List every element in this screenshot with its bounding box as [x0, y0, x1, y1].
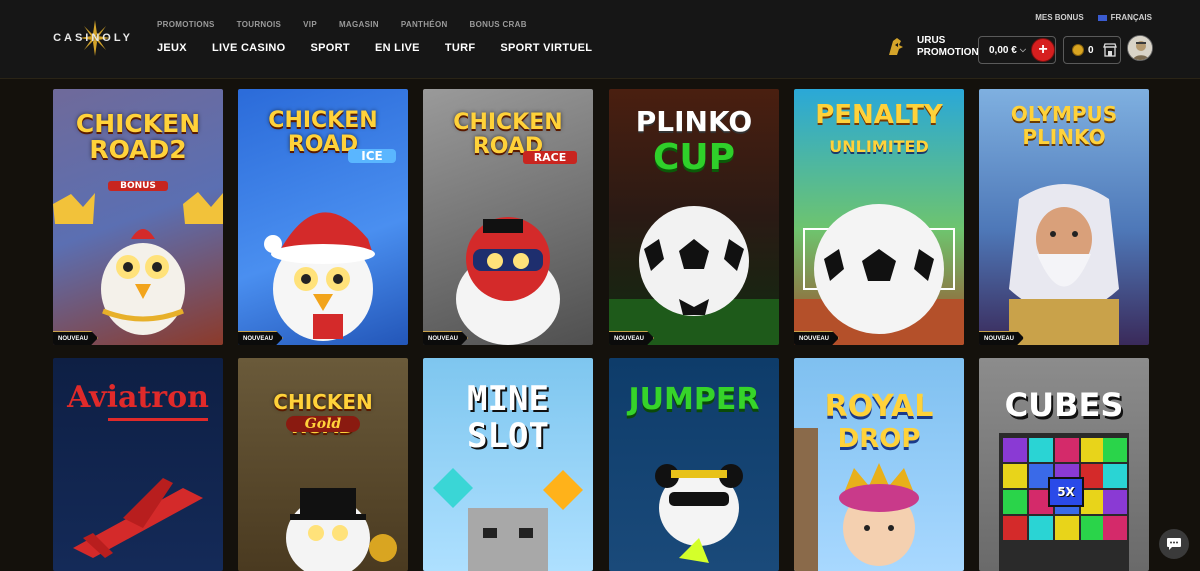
new-badge: NOUVEAU — [423, 331, 469, 345]
flag-icon — [1097, 14, 1107, 21]
game-title: PLINKO — [635, 105, 753, 138]
game-subtitle: PLINKO — [1022, 125, 1106, 149]
language-label: FRANÇAIS — [1110, 13, 1152, 22]
promo-line2: PROMOTION — [917, 47, 979, 58]
chevron-down-icon: ⌵ — [1019, 45, 1026, 54]
nav-promotions[interactable]: PROMOTIONS — [157, 20, 215, 29]
game-subtitle: SLOT — [467, 416, 549, 456]
game-subtitle: DROP — [837, 424, 921, 454]
game-title: ROYAL — [824, 389, 934, 424]
urus-promotion[interactable]: URUS PROMOTION — [885, 35, 979, 59]
nav-live-casino[interactable]: LIVE CASINO — [212, 42, 286, 54]
my-bonus-link[interactable]: MES BONUS — [1035, 13, 1083, 22]
game-title: JUMPER — [628, 382, 760, 417]
game-tile[interactable]: ROYAL DROP — [794, 358, 964, 571]
game-subtitle: ICE — [348, 149, 396, 163]
game-title: PENALTY — [815, 100, 943, 130]
site-logo[interactable]: CASINOLY — [48, 20, 138, 56]
secondary-nav: PROMOTIONS TOURNOIS VIP MAGASIN PANTHÉON… — [157, 20, 527, 29]
new-badge: NOUVEAU — [979, 331, 1025, 345]
main-nav: JEUX LIVE CASINO SPORT EN LIVE TURF SPOR… — [157, 42, 592, 54]
game-tile[interactable]: MINE SLOT — [423, 358, 593, 571]
nav-turf[interactable]: TURF — [445, 42, 476, 54]
game-subtitle: CUP — [652, 137, 736, 178]
game-title: MINE — [467, 379, 549, 419]
coin-count: 0 — [1088, 44, 1094, 56]
coins-wallet[interactable]: 0 — [1063, 36, 1121, 64]
game-tile[interactable]: PENALTY UNLIMITED NOUVEAU — [794, 89, 964, 345]
nav-jeux[interactable]: JEUX — [157, 42, 187, 54]
game-tile[interactable]: CHICKEN ROAD2 BONUS NOUVEAU — [53, 89, 223, 345]
balance-amount: 0,00 € — [989, 44, 1017, 56]
nav-magasin[interactable]: MAGASIN — [339, 20, 379, 29]
game-tile[interactable]: OLYMPUS PLINKO NOUVEAU — [979, 89, 1149, 345]
game-tile[interactable]: CUBES 5X — [979, 358, 1149, 571]
game-subtitle: RACE — [523, 151, 577, 164]
game-subtitle: BONUS — [108, 181, 168, 191]
game-tile[interactable]: PLINKO CUP NOUVEAU — [609, 89, 779, 345]
coin-icon — [1072, 44, 1084, 56]
game-tile[interactable]: Aviatron — [53, 358, 223, 571]
site-header: CASINOLY PROMOTIONS TOURNOIS VIP MAGASIN… — [0, 0, 1200, 79]
chat-bubble-icon — [1167, 538, 1181, 550]
nav-en-live[interactable]: EN LIVE — [375, 42, 420, 54]
language-selector[interactable]: FRANÇAIS — [1097, 13, 1152, 22]
promo-line1: URUS — [917, 35, 946, 46]
top-right-links: MES BONUS FRANÇAIS — [1035, 13, 1152, 22]
nav-sport-virtuel[interactable]: SPORT VIRTUEL — [500, 42, 592, 54]
nav-pantheon[interactable]: PANTHÉON — [401, 20, 448, 29]
new-badge: NOUVEAU — [609, 331, 655, 345]
game-tile[interactable]: JUMPER — [609, 358, 779, 571]
nav-bonus-crab[interactable]: BONUS CRAB — [470, 20, 527, 29]
game-title: CUBES — [1004, 386, 1124, 424]
chat-button[interactable] — [1159, 529, 1189, 559]
game-tile[interactable]: CHICKEN ROAD ICE NOUVEAU — [238, 89, 408, 345]
shop-icon[interactable] — [1102, 42, 1118, 58]
game-title: Aviatron — [67, 380, 209, 415]
avatar-icon — [1128, 36, 1152, 60]
nav-tournois[interactable]: TOURNOIS — [237, 20, 281, 29]
new-badge: NOUVEAU — [53, 331, 99, 345]
user-avatar[interactable] — [1127, 35, 1153, 61]
bull-icon — [889, 38, 903, 55]
game-tile[interactable]: CHICKEN ROAD RACE NOUVEAU — [423, 89, 593, 345]
nav-sport[interactable]: SPORT — [311, 42, 350, 54]
urus-promotion-text: URUS PROMOTION — [917, 35, 979, 59]
deposit-button[interactable]: + — [1031, 38, 1055, 62]
game-subtitle: Gold — [286, 416, 360, 432]
new-badge: NOUVEAU — [794, 331, 840, 345]
nav-vip[interactable]: VIP — [303, 20, 317, 29]
game-subtitle: 5X — [1057, 485, 1075, 499]
game-subtitle: UNLIMITED — [829, 137, 929, 156]
new-badge: NOUVEAU — [238, 331, 284, 345]
game-title: CHICKEN ROAD2 — [75, 109, 201, 164]
game-title: OLYMPUS — [1010, 102, 1118, 126]
game-tile[interactable]: CHICKEN ROAD Gold — [238, 358, 408, 571]
logo-text: CASINOLY — [53, 32, 133, 44]
